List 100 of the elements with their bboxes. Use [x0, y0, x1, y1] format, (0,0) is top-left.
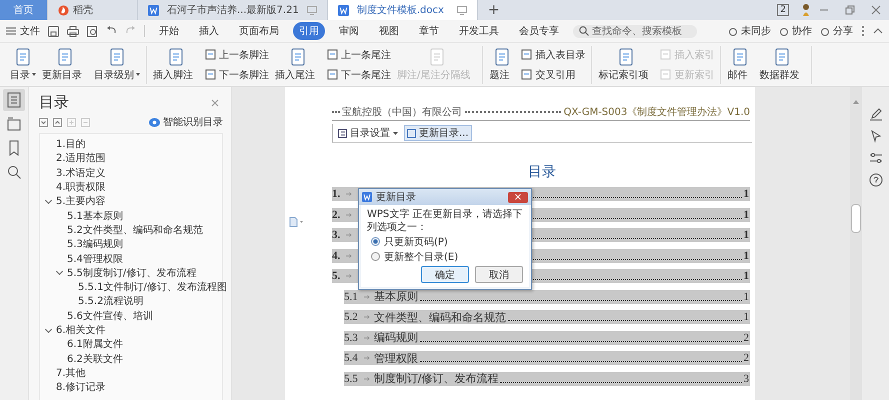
pen-icon[interactable]: [868, 107, 882, 121]
dialog-button[interactable]: 确定: [421, 266, 469, 283]
page-icon: [493, 48, 512, 66]
page-icon: [108, 48, 126, 66]
header-action-button[interactable]: 分享: [820, 24, 853, 38]
ribbon-small-button[interactable]: 上一条脚注: [205, 48, 269, 62]
ribbon-button[interactable]: 数据群发: [759, 48, 806, 82]
outline-item[interactable]: 5.2文件类型、编码和命名规范: [67, 222, 203, 237]
document-tab[interactable]: 制度文件模板.docx: [328, 0, 478, 20]
outline-item[interactable]: 5.5.1文件制订/修订、发布流程图: [78, 280, 227, 294]
ribbon-tab[interactable]: 视图: [373, 22, 405, 40]
outline-item[interactable]: 5.5.2流程说明: [78, 294, 144, 308]
ribbon-small-button[interactable]: 插入表目录: [521, 48, 586, 62]
outline-item[interactable]: 7.其他: [56, 366, 86, 380]
outline-item[interactable]: 8.修订记录: [56, 380, 106, 394]
ribbon-small-button[interactable]: 上一条尾注: [327, 48, 391, 62]
undo-icon[interactable]: [106, 26, 117, 36]
page-icon: [617, 48, 636, 66]
ribbon-tab[interactable]: 章节: [413, 22, 445, 40]
toc-settings-button[interactable]: 目录设置: [336, 125, 400, 141]
outline-item[interactable]: 2.适用范围: [56, 151, 106, 166]
outline-item[interactable]: 5.6文件宣传、培训: [67, 308, 153, 323]
ribbon-tab[interactable]: 审阅: [333, 22, 365, 40]
close-icon[interactable]: [871, 5, 881, 15]
dialog-close-button[interactable]: ×: [508, 192, 528, 202]
update-toc-button[interactable]: 更新目录...: [404, 125, 472, 141]
small-page-icon: [327, 49, 338, 60]
page-icon: [428, 48, 446, 66]
ribbon-tab[interactable]: 引用: [293, 22, 325, 40]
ribbon-button[interactable]: 标记索引项: [598, 48, 654, 82]
radio-option[interactable]: 更新整个目录(E): [371, 249, 523, 264]
new-tab-button[interactable]: +: [478, 2, 510, 18]
close-icon[interactable]: [211, 98, 219, 106]
outline-item[interactable]: 3.术语定义: [56, 166, 106, 180]
header-action-button[interactable]: 协作: [779, 24, 812, 38]
ribbon-button[interactable]: 插入尾注: [275, 48, 321, 82]
ribbon-button[interactable]: 目录: [10, 48, 36, 82]
outline-item[interactable]: 1.目的: [56, 137, 86, 152]
preview-icon[interactable]: [87, 26, 98, 36]
save-icon[interactable]: [48, 26, 59, 36]
tab-arrow-icon: [346, 192, 352, 196]
outline-item[interactable]: 5.1基本原则: [67, 208, 123, 223]
ribbon-tab[interactable]: 页面布局: [233, 22, 285, 40]
ribbon-button[interactable]: 目录级别: [94, 48, 140, 82]
ribbon-tab[interactable]: 开始: [153, 22, 185, 40]
outline-item[interactable]: 5.主要内容: [56, 194, 106, 208]
outline-item[interactable]: 6.2关联文件: [67, 352, 123, 366]
toc-entry[interactable]: 5.1 基本原则 1: [344, 290, 750, 304]
header-action-button[interactable]: 未同步: [728, 24, 771, 38]
tab-arrow-icon: [364, 376, 370, 380]
toc-entry[interactable]: 5.2 文件类型、编码和命名规范 1: [344, 310, 750, 324]
ribbon-button[interactable]: 题注: [489, 48, 516, 82]
ribbon-small-button[interactable]: 下一条脚注: [205, 68, 269, 82]
ribbon-tab[interactable]: 开发工具: [453, 22, 505, 40]
ribbon-button[interactable]: 更新目录: [42, 48, 88, 82]
ribbon-button[interactable]: 插入脚注: [153, 48, 199, 82]
collapse-ribbon-icon[interactable]: [873, 28, 883, 34]
ribbon-small-button[interactable]: 下一条尾注: [327, 68, 391, 82]
file-menu[interactable]: 文件: [6, 24, 40, 38]
small-page-icon: [205, 49, 216, 60]
page-icon: [56, 48, 74, 66]
sliders-icon[interactable]: [868, 151, 882, 165]
tab-arrow-icon: [346, 274, 352, 278]
toc-entry[interactable]: 5.3 编码规则 2: [344, 330, 750, 344]
writer-file-icon: [148, 4, 159, 16]
ribbon-tab[interactable]: 插入: [193, 22, 225, 40]
ribbon-tab[interactable]: 会员专享: [513, 22, 565, 40]
outline-item[interactable]: 4.职责权限: [56, 180, 106, 194]
dialog-button[interactable]: 取消: [475, 266, 523, 283]
outline-icon[interactable]: [3, 89, 25, 111]
list-icon: [338, 128, 347, 138]
collapse-all-icon[interactable]: [53, 118, 62, 126]
circle-icon: [779, 26, 789, 36]
outline-item[interactable]: 5.5制度制订/修订、发布流程: [67, 266, 196, 280]
window-count-badge[interactable]: 2: [777, 4, 789, 16]
more-icon[interactable]: [861, 25, 865, 37]
user-avatar-icon[interactable]: [801, 3, 811, 17]
outline-item[interactable]: 6.1附属文件: [67, 337, 123, 352]
help-icon[interactable]: [868, 173, 882, 187]
restore-icon[interactable]: [845, 5, 855, 15]
outline-item[interactable]: 6.相关文件: [56, 323, 106, 337]
circle-icon: [728, 26, 738, 36]
outline-item[interactable]: 5.3编码规则: [67, 237, 123, 252]
ribbon-button[interactable]: 邮件: [727, 48, 754, 82]
toc-entry[interactable]: 5.4 管理权限 2: [344, 351, 750, 365]
tab-arrow-icon: [346, 254, 352, 258]
ribbon-small-button[interactable]: 交叉引用: [521, 68, 586, 82]
tab-arrow-icon: [364, 356, 370, 360]
flame-logo-icon: [58, 4, 69, 16]
command-search-field[interactable]: 查找命令、搜索模板: [573, 24, 697, 38]
smart-toc-button[interactable]: 智能识别目录: [149, 115, 223, 129]
expand-all-icon[interactable]: [39, 118, 48, 126]
page-icon: [14, 48, 32, 66]
scrollbar-thumb[interactable]: [851, 204, 861, 233]
cursor-icon[interactable]: [868, 129, 882, 143]
circle-icon: [820, 26, 830, 36]
page-icon: [731, 48, 750, 66]
outline-item[interactable]: 5.4管理权限: [67, 252, 123, 266]
toc-entry[interactable]: 5.5 制度制订/修订、发布流程 3: [344, 372, 750, 386]
print-icon[interactable]: [67, 26, 79, 36]
